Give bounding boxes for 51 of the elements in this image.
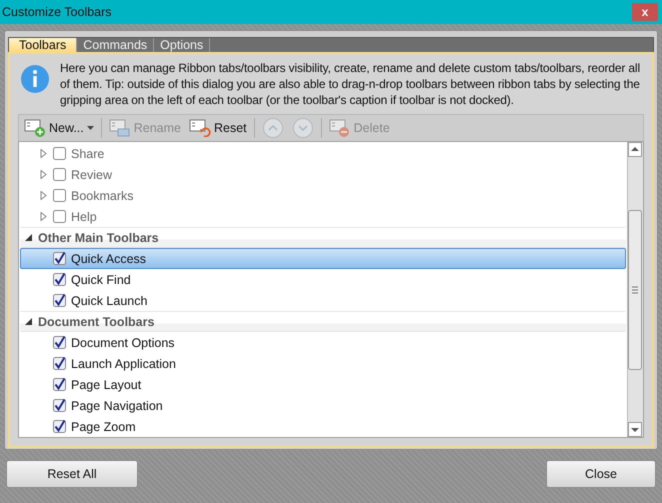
tree-item[interactable]: Quick Launch	[20, 290, 626, 311]
checkbox[interactable]	[53, 357, 66, 370]
close-dialog-button[interactable]: Close	[546, 460, 656, 488]
checkbox[interactable]	[53, 294, 66, 307]
checkbox[interactable]	[53, 168, 66, 181]
tree-item[interactable]: Help	[20, 206, 626, 227]
tree-item[interactable]: Launch Application	[20, 353, 626, 374]
reset-all-button[interactable]: Reset All	[6, 460, 138, 488]
checkbox[interactable]	[53, 147, 66, 160]
expanded-triangle-icon[interactable]	[25, 234, 32, 241]
checkbox[interactable]	[53, 210, 66, 223]
window-close-button[interactable]: x	[632, 3, 658, 21]
tree-item[interactable]: Bookmarks	[20, 185, 626, 206]
undo-arrow-icon	[189, 119, 211, 137]
expanded-triangle-icon[interactable]	[25, 318, 32, 325]
checkbox[interactable]	[53, 420, 66, 433]
tree-item[interactable]: Quick Access	[20, 248, 626, 269]
new-button[interactable]: New...	[21, 117, 97, 139]
checkbox[interactable]	[53, 399, 66, 412]
scroll-down-button[interactable]	[628, 422, 642, 437]
rename-icon	[108, 119, 131, 137]
checkbox[interactable]	[53, 378, 66, 391]
checkbox[interactable]	[53, 273, 66, 286]
tree-item[interactable]: Page Navigation	[20, 395, 626, 416]
scroll-up-button[interactable]	[628, 142, 642, 157]
collapsed-triangle-icon[interactable]	[39, 170, 48, 179]
collapsed-triangle-icon[interactable]	[39, 212, 48, 221]
tab[interactable]: Toolbars	[9, 38, 78, 52]
tree-item[interactable]: Page Layout	[20, 374, 626, 395]
group-header[interactable]: Other Main Toolbars	[20, 227, 626, 248]
info-text: Here you can manage Ribbon tabs/toolbars visibility, create, rename and delete custom tabs/toolbars, reorder all of them. Tip: outside of this dialog you are also able to drag-n-drop toolbars between ribbon tabs by selecting the gripping area on the left of each toolbar (or the toolbar's caption if toolbar is not docked).	[60, 60, 640, 108]
dropdown-caret-icon	[86, 126, 94, 130]
collapsed-triangle-icon[interactable]	[39, 191, 48, 200]
tree-item[interactable]: Page Zoom	[20, 416, 626, 437]
tree-item[interactable]: Document Options	[20, 332, 626, 353]
checkbox[interactable]	[53, 252, 66, 265]
down-chevron-icon	[292, 117, 314, 139]
info-icon	[20, 64, 50, 94]
up-chevron-icon	[262, 117, 284, 139]
new-toolbar-icon	[24, 119, 46, 137]
tree-item[interactable]: Quick Find	[20, 269, 626, 290]
tree-item[interactable]: Share	[20, 143, 626, 164]
scrollbar-thumb[interactable]	[628, 210, 642, 370]
group-header[interactable]: Document Toolbars	[20, 311, 626, 332]
window-title: Customize Toolbars	[2, 5, 112, 19]
checkbox[interactable]	[53, 189, 66, 202]
tree-item[interactable]: Review	[20, 164, 626, 185]
collapsed-triangle-icon[interactable]	[39, 149, 48, 158]
delete-icon	[328, 119, 351, 137]
checkbox[interactable]	[53, 336, 66, 349]
reset-button[interactable]: Reset	[186, 117, 250, 139]
